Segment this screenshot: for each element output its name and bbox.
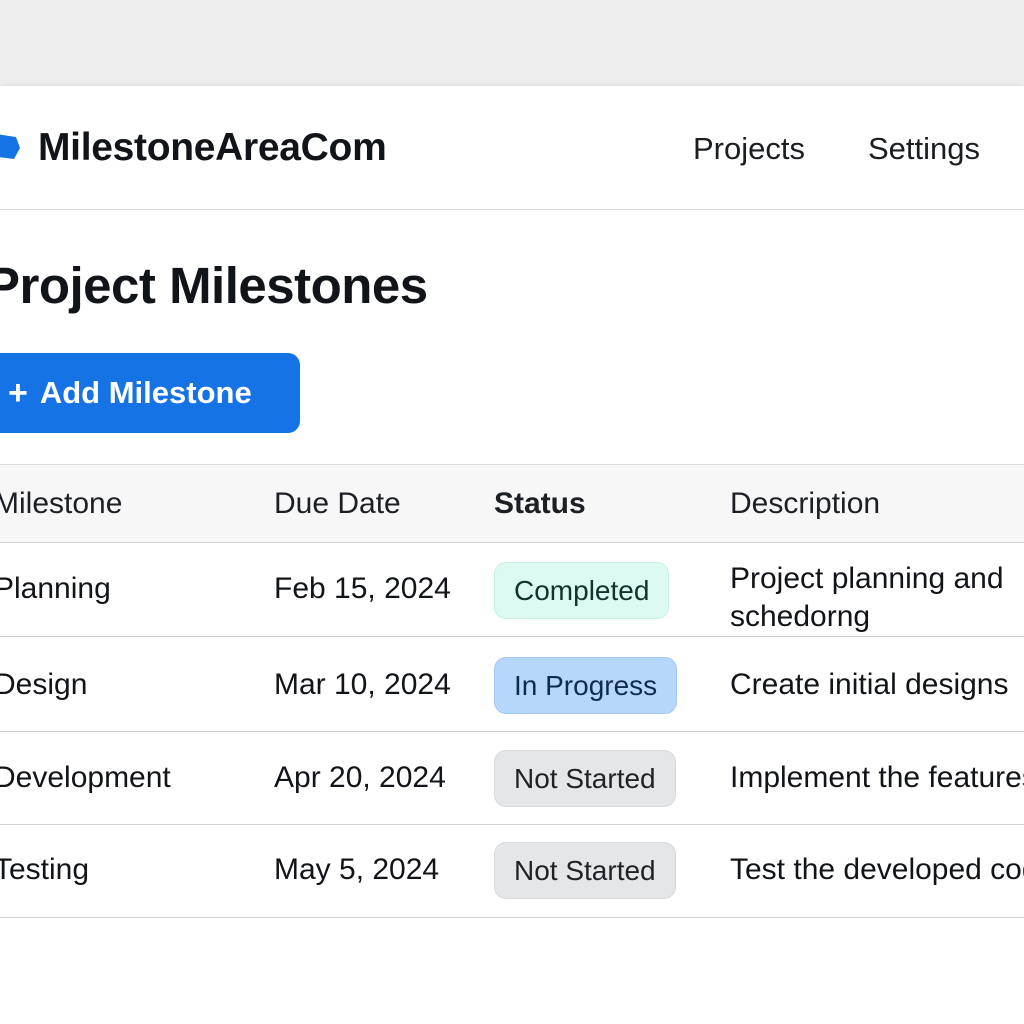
description: Project planning and schedorng [730, 560, 1004, 636]
logo-icon [0, 134, 20, 159]
add-milestone-label: Add Milestone [39, 375, 252, 410]
table-row[interactable]: Development Apr 20, 2024 Not Started Imp… [0, 732, 1024, 825]
add-milestone-button[interactable]: + Add Milestone [0, 353, 300, 433]
description-line-1: Project planning and [730, 562, 1004, 595]
description: Test the developed code [730, 853, 1024, 886]
milestone-name: Planning [0, 572, 111, 605]
table-row[interactable]: Testing May 5, 2024 Not Started Test the… [0, 825, 1024, 918]
due-date: Feb 15, 2024 [274, 572, 451, 605]
status-badge: Not Started [494, 750, 676, 807]
nav-link-projects[interactable]: Projects [693, 131, 805, 167]
milestone-name: Design [0, 668, 88, 701]
milestone-name: Development [0, 761, 171, 794]
column-header-description[interactable]: Description [730, 487, 880, 521]
status-badge: Completed [494, 562, 670, 619]
column-header-due-date[interactable]: Due Date [274, 487, 401, 521]
due-date: Mar 10, 2024 [274, 668, 451, 701]
table-header: Milestone Due Date Status Description [0, 464, 1024, 543]
status-badge: Not Started [494, 842, 676, 899]
milestone-name: Testing [0, 853, 90, 886]
plus-icon: + [8, 373, 28, 412]
browser-top-area [0, 0, 1024, 86]
column-header-status[interactable]: Status [494, 487, 586, 521]
nav-link-settings[interactable]: Settings [868, 131, 980, 167]
due-date: Apr 20, 2024 [274, 761, 446, 794]
description: Create initial designs [730, 668, 1009, 701]
milestones-table: Milestone Due Date Status Description Pl… [0, 464, 1024, 918]
table-row[interactable]: Planning Feb 15, 2024 Completed Project … [0, 543, 1024, 637]
description: Implement the features [730, 761, 1024, 794]
app-window: MilestoneAreaCom Projects Settings Proje… [0, 86, 1024, 1024]
column-header-milestone[interactable]: Milestone [0, 487, 122, 521]
description-line-2: schedorng [730, 600, 871, 633]
table-row[interactable]: Design Mar 10, 2024 In Progress Create i… [0, 637, 1024, 732]
status-badge: In Progress [494, 657, 678, 714]
due-date: May 5, 2024 [274, 853, 440, 886]
page-title: Project Milestones [0, 257, 428, 314]
app-title: MilestoneAreaCom [38, 126, 387, 169]
top-navbar: MilestoneAreaCom Projects Settings [0, 86, 1024, 210]
